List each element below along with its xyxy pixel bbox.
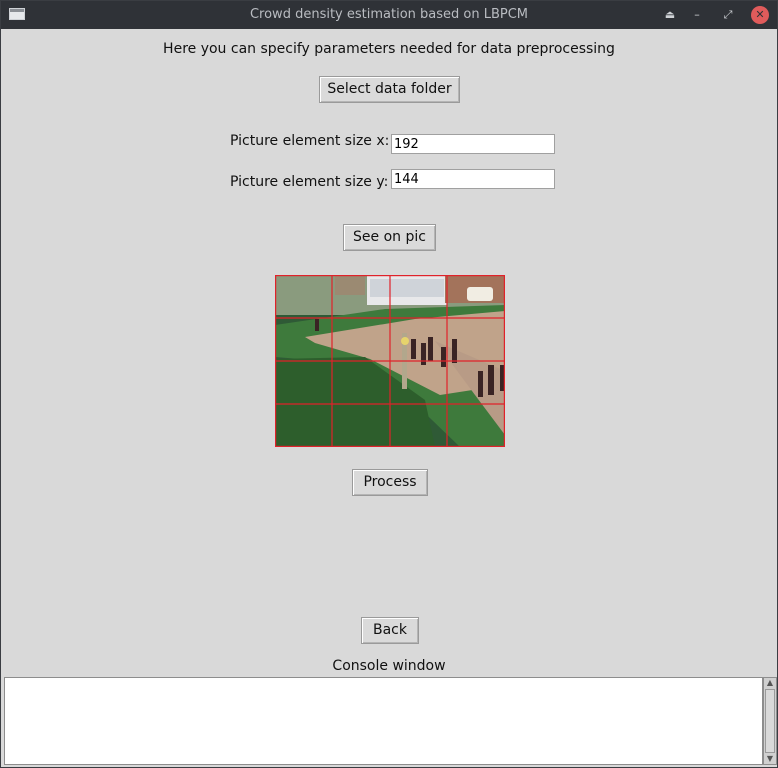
console-label: Console window (332, 658, 446, 674)
size-y-input[interactable] (391, 169, 555, 189)
console-window[interactable] (4, 677, 763, 765)
back-button[interactable]: Back (361, 617, 419, 644)
scroll-up-icon[interactable]: ▲ (765, 678, 775, 688)
header-text: Here you can specify parameters needed f… (163, 41, 615, 57)
preview-image (275, 275, 505, 447)
eject-icon[interactable]: ⏏ (661, 6, 679, 24)
maximize-button[interactable]: ⤢ (719, 6, 737, 24)
size-x-input[interactable] (391, 134, 555, 154)
select-data-folder-button[interactable]: Select data folder (319, 76, 460, 103)
size-y-label: Picture element size y: (230, 174, 389, 190)
close-button[interactable]: ✕ (751, 6, 769, 24)
title-bar[interactable]: Crowd density estimation based on LBPCM … (1, 1, 777, 29)
app-window: Crowd density estimation based on LBPCM … (0, 0, 778, 768)
main-content: Here you can specify parameters needed f… (2, 29, 777, 767)
scroll-thumb[interactable] (765, 689, 775, 753)
process-button[interactable]: Process (352, 469, 428, 496)
console-scrollbar[interactable]: ▲ ▼ (763, 677, 777, 765)
size-x-label: Picture element size x: (230, 133, 390, 149)
minimize-button[interactable]: – (688, 6, 706, 24)
scroll-down-icon[interactable]: ▼ (765, 754, 775, 764)
see-on-pic-button[interactable]: See on pic (343, 224, 436, 251)
